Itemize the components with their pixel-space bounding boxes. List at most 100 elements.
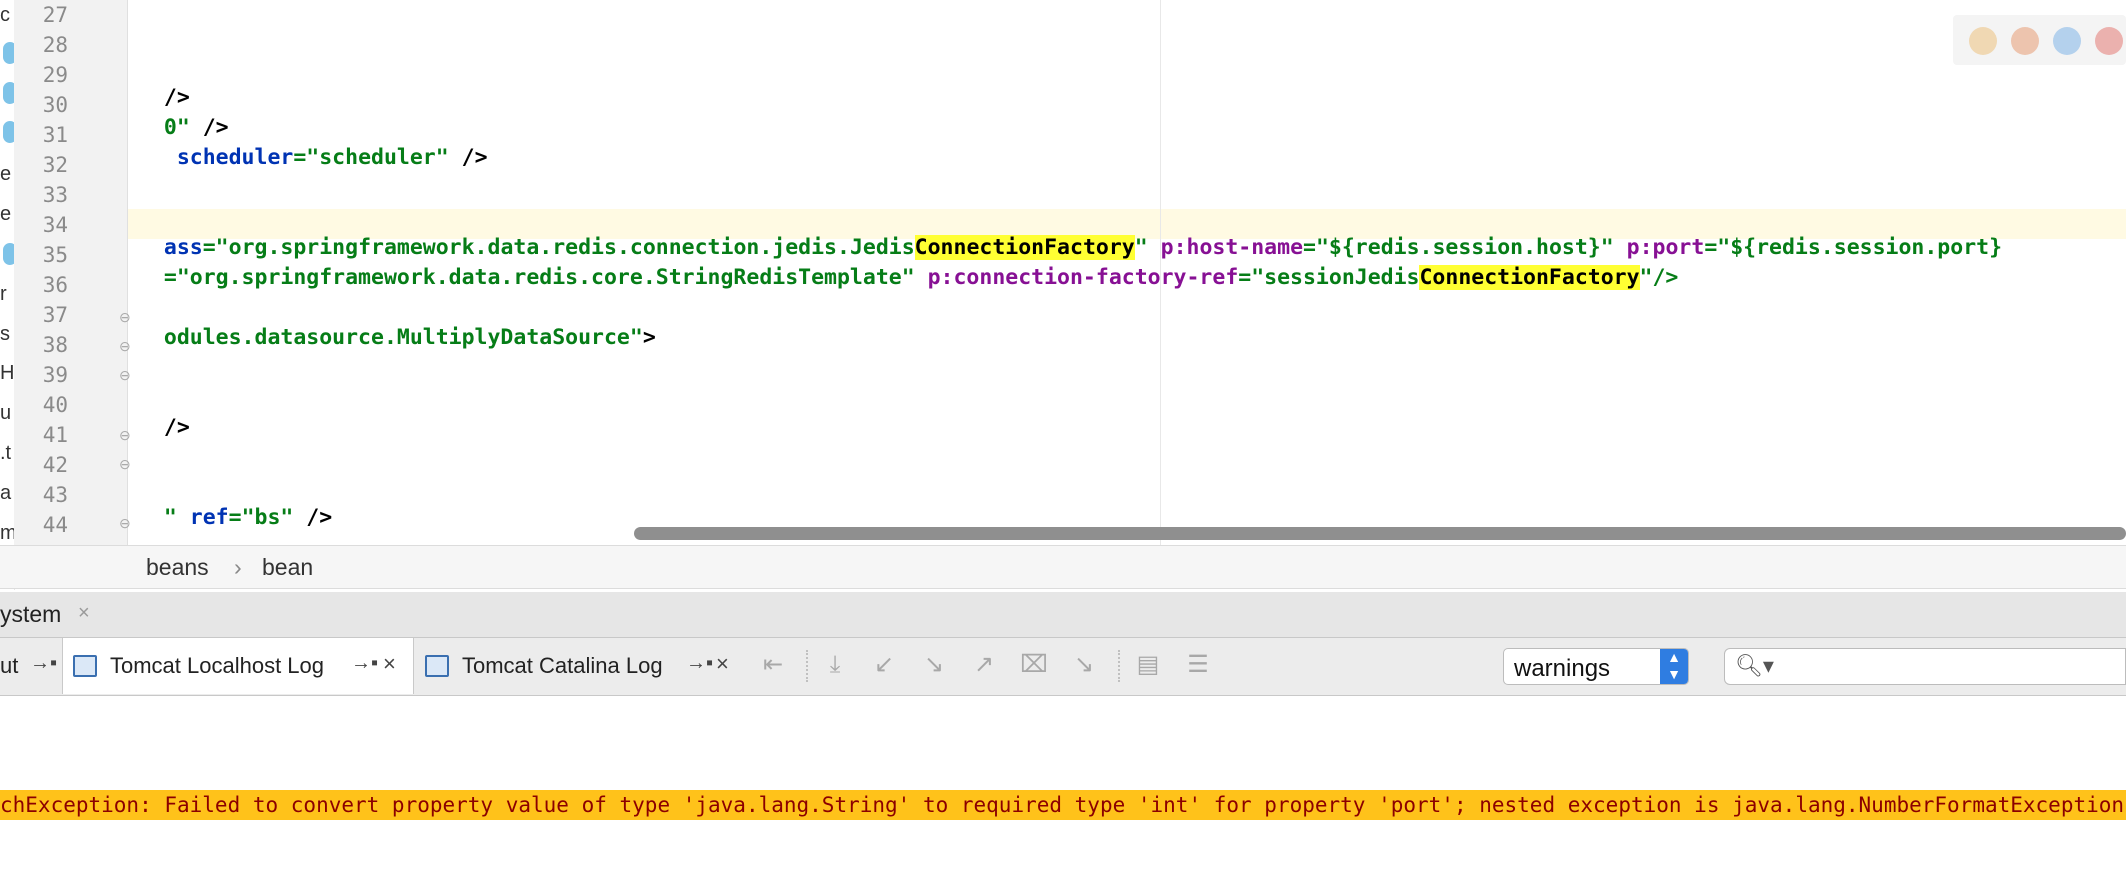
- tree-item-fragment[interactable]: m: [0, 522, 14, 545]
- line-number: 44: [42, 513, 68, 537]
- line-number: 34: [42, 213, 68, 237]
- clear-all-icon[interactable]: ⌧: [1019, 650, 1049, 680]
- close-icon[interactable]: ×: [716, 651, 729, 677]
- chrome-icon[interactable]: [1969, 27, 1997, 55]
- line-number: 29: [42, 63, 68, 87]
- toolbar-separator: [1118, 650, 1121, 682]
- search-icon[interactable]: 🔍︎▾: [1735, 653, 1774, 679]
- code-line-37[interactable]: odules.datasource.MultiplyDataSource">: [138, 300, 656, 350]
- code-line-35[interactable]: ="org.springframework.data.redis.core.St…: [138, 240, 1678, 290]
- project-tree-strip[interactable]: c e e r s H u .t a m p: [0, 0, 15, 590]
- tree-item-fragment[interactable]: u: [0, 402, 14, 425]
- code-token: />: [163, 415, 190, 440]
- tree-item-fragment[interactable]: s: [0, 323, 14, 346]
- code-token: />: [293, 505, 333, 530]
- line-number: 33: [42, 183, 68, 207]
- fold-marker-icon[interactable]: ⊖: [119, 368, 132, 382]
- close-icon[interactable]: ×: [383, 651, 396, 677]
- horizontal-scrollbar[interactable]: [634, 527, 2126, 540]
- chevron-up-down-icon: ▲ ▼: [1660, 649, 1688, 684]
- code-line-31[interactable]: scheduler="scheduler" />: [138, 120, 488, 170]
- code-token: />: [448, 145, 488, 170]
- log-file-icon: [425, 655, 449, 677]
- tab-tomcat-localhost-log[interactable]: Tomcat Localhost Log →▪ ×: [62, 638, 414, 694]
- code-token: ="${redis.session.port}: [1704, 235, 2003, 260]
- safari-icon[interactable]: [2053, 27, 2081, 55]
- line-number: 37: [42, 303, 68, 327]
- fold-marker-icon[interactable]: ⊖: [119, 310, 132, 324]
- open-in-browser-bar: [1953, 15, 2126, 65]
- settings-list-icon[interactable]: ☰: [1183, 650, 1213, 680]
- log-search-input[interactable]: 🔍︎▾: [1724, 648, 2126, 685]
- line-number: 43: [42, 483, 68, 507]
- line-number: 41: [42, 423, 68, 447]
- line-number: 32: [42, 153, 68, 177]
- code-token: "/>: [1639, 265, 1679, 290]
- tree-item-fragment[interactable]: r: [0, 283, 14, 306]
- breadcrumb-item-beans[interactable]: beans: [146, 554, 209, 581]
- toolbar-separator: [806, 650, 809, 682]
- arrow-down-right-icon[interactable]: ↘: [919, 650, 949, 680]
- code-token: ="org.springframework.data.redis.core.St…: [163, 265, 915, 290]
- code-token: >: [642, 325, 656, 350]
- code-highlight: ConnectionFactory: [1419, 265, 1640, 290]
- fold-marker-icon[interactable]: ⊖: [119, 339, 132, 353]
- opera-icon[interactable]: [2095, 27, 2123, 55]
- line-number: 36: [42, 273, 68, 297]
- code-token: scheduler: [163, 145, 294, 170]
- line-number: 31: [42, 123, 68, 147]
- pin-icon[interactable]: →▪: [686, 652, 713, 675]
- arrow-down-left-icon[interactable]: ↙: [869, 650, 899, 680]
- code-token: ref: [176, 505, 229, 530]
- fold-marker-icon[interactable]: ⊖: [119, 428, 132, 442]
- breadcrumb-separator-icon: ›: [234, 554, 242, 580]
- tab-output[interactable]: ut →▪: [0, 638, 62, 694]
- tree-item-fragment[interactable]: a: [0, 482, 14, 505]
- firefox-icon[interactable]: [2011, 27, 2039, 55]
- fold-marker-icon[interactable]: ⊖: [119, 516, 132, 530]
- code-token: odules.datasource.MultiplyDataSource": [163, 325, 643, 350]
- line-number: 38: [42, 333, 68, 357]
- tab-label: Tomcat Localhost Log: [110, 653, 325, 678]
- pin-icon[interactable]: →▪: [351, 652, 378, 675]
- close-icon[interactable]: ×: [78, 602, 90, 625]
- breadcrumb: beans › bean: [0, 545, 2126, 589]
- soft-wrap-icon[interactable]: ⇤: [758, 650, 788, 680]
- select-value: warnings: [1514, 655, 1611, 682]
- tab-tomcat-catalina-log[interactable]: Tomcat Catalina Log →▪ ×: [413, 638, 747, 694]
- tree-item-fragment[interactable]: .t: [0, 442, 14, 465]
- code-token: p:connection-factory-ref: [914, 265, 1239, 290]
- log-error-line[interactable]: chException: Failed to convert property …: [0, 790, 2126, 820]
- line-number: 39: [42, 363, 68, 387]
- arrow-up-right-icon[interactable]: ↗: [969, 650, 999, 680]
- code-line-40[interactable]: />: [138, 390, 190, 440]
- tree-item-fragment[interactable]: c: [0, 4, 14, 27]
- line-number: 30: [42, 93, 68, 117]
- table-icon[interactable]: ▤: [1133, 650, 1163, 680]
- tool-window-header: ystem ×: [0, 592, 2126, 638]
- editor-gutter[interactable]: 27 28 29 30 31 32 33 34 35 36 37 38 39 4…: [14, 0, 128, 545]
- scroll-to-end-icon[interactable]: ⤓: [820, 650, 850, 680]
- cursor-text-icon[interactable]: ↘: [1069, 650, 1099, 680]
- tab-label: ut: [0, 653, 19, 678]
- breadcrumb-item-bean[interactable]: bean: [262, 554, 313, 581]
- line-number: 42: [42, 453, 68, 477]
- code-line-43[interactable]: " ref="bs" />: [138, 480, 332, 530]
- log-tabs-bar: ut →▪ Tomcat Localhost Log →▪ × Tomcat C…: [0, 638, 2126, 696]
- tree-item-fragment[interactable]: e: [0, 203, 14, 226]
- fold-marker-icon[interactable]: ⊖: [119, 457, 132, 471]
- tool-window-title[interactable]: ystem: [0, 601, 61, 628]
- line-number: 40: [42, 393, 68, 417]
- log-file-icon: [73, 655, 97, 677]
- line-number: 28: [42, 33, 68, 57]
- code-token: ="bs": [228, 505, 294, 530]
- line-number: 35: [42, 243, 68, 267]
- log-level-select[interactable]: warnings ▲ ▼: [1503, 648, 1689, 685]
- tree-item-fragment[interactable]: e: [0, 163, 14, 186]
- log-output[interactable]: chException: Failed to convert property …: [0, 696, 2126, 876]
- code-token: ": [163, 505, 177, 530]
- line-number: 27: [42, 3, 68, 27]
- code-token: ="scheduler": [293, 145, 449, 170]
- tree-item-fragment[interactable]: H: [0, 362, 14, 385]
- pin-icon[interactable]: →▪: [30, 652, 57, 675]
